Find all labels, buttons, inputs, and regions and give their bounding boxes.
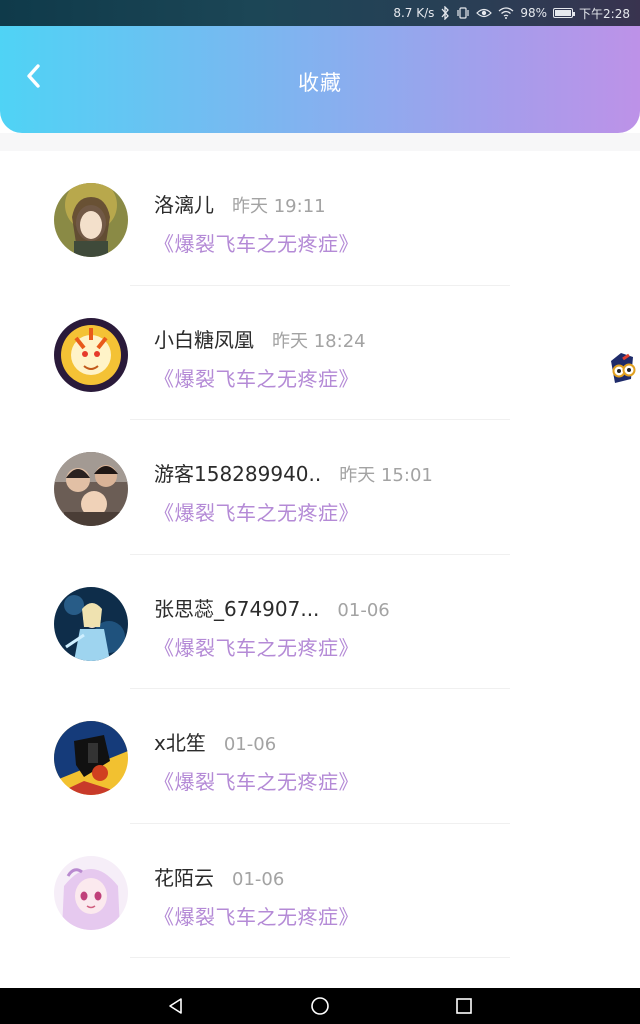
network-speed: 8.7 K/s bbox=[393, 6, 435, 20]
story-link[interactable]: 《爆裂飞车之无疼症》 bbox=[154, 766, 359, 795]
avatar[interactable] bbox=[54, 317, 128, 392]
nav-back-button[interactable] bbox=[164, 994, 188, 1018]
user-name: 游客158289940.. bbox=[154, 462, 322, 486]
recents-square-icon bbox=[456, 998, 472, 1014]
nav-home-button[interactable] bbox=[308, 994, 332, 1018]
list-item[interactable]: 花陌云 01-06 《爆裂飞车之无疼症》 bbox=[0, 824, 640, 958]
favorites-list: 洛漓儿 昨天 19:11 《爆裂飞车之无疼症》 小白糖凤凰 昨天 18:24 《… bbox=[0, 151, 640, 958]
battery-percent: 98% bbox=[520, 6, 548, 20]
bluetooth-icon bbox=[440, 6, 450, 20]
timestamp: 昨天 19:11 bbox=[232, 196, 326, 217]
avatar[interactable] bbox=[54, 721, 128, 795]
story-link[interactable]: 《爆裂飞车之无疼症》 bbox=[154, 497, 359, 526]
story-link[interactable]: 《爆裂飞车之无疼症》 bbox=[154, 632, 359, 661]
list-item[interactable]: 小白糖凤凰 昨天 18:24 《爆裂飞车之无疼症》 bbox=[0, 286, 640, 420]
timestamp: 01-06 bbox=[232, 868, 285, 890]
story-link[interactable]: 《爆裂飞车之无疼症》 bbox=[154, 228, 359, 257]
timestamp: 01-06 bbox=[223, 734, 277, 755]
list-item[interactable]: 洛漓儿 昨天 19:11 《爆裂飞车之无疼症》 bbox=[0, 151, 640, 286]
list-item[interactable]: 游客158289940.. 昨天 15:01 《爆裂飞车之无疼症》 bbox=[0, 420, 640, 555]
divider bbox=[130, 957, 510, 958]
user-name: 张思蕊_674907... bbox=[154, 596, 320, 621]
eye-icon bbox=[476, 7, 493, 19]
system-nav-bar bbox=[0, 988, 640, 1024]
owl-icon bbox=[611, 353, 636, 383]
avatar[interactable] bbox=[54, 452, 128, 526]
nav-recents-button[interactable] bbox=[452, 994, 476, 1018]
home-circle-icon bbox=[311, 997, 329, 1015]
header-spacer bbox=[0, 133, 640, 151]
avatar[interactable] bbox=[54, 183, 128, 257]
status-bar: 8.7 K/s 98% 下午2:28 bbox=[0, 0, 640, 26]
user-name: 小白糖凤凰 bbox=[154, 327, 254, 352]
page-title: 收藏 bbox=[298, 71, 342, 95]
avatar[interactable] bbox=[54, 586, 128, 661]
list-item[interactable]: x北笙 01-06 《爆裂飞车之无疼症》 bbox=[0, 689, 640, 824]
floating-assistant-button[interactable] bbox=[604, 344, 640, 392]
back-triangle-icon bbox=[169, 998, 182, 1014]
user-name: 洛漓儿 bbox=[154, 193, 214, 217]
timestamp: 昨天 15:01 bbox=[339, 465, 433, 486]
user-name: 花陌云 bbox=[154, 865, 214, 890]
vibrate-icon bbox=[456, 6, 470, 20]
clock: 下午2:28 bbox=[579, 6, 630, 21]
story-link[interactable]: 《爆裂飞车之无疼症》 bbox=[154, 363, 359, 392]
avatar[interactable] bbox=[54, 855, 128, 930]
story-link[interactable]: 《爆裂飞车之无疼症》 bbox=[154, 901, 359, 930]
wifi-icon bbox=[498, 7, 514, 19]
header: 收藏 bbox=[0, 26, 640, 133]
user-name: x北笙 bbox=[154, 731, 206, 755]
list-item[interactable]: 张思蕊_674907... 01-06 《爆裂飞车之无疼症》 bbox=[0, 555, 640, 689]
timestamp: 昨天 18:24 bbox=[272, 330, 366, 352]
battery-icon bbox=[553, 8, 576, 18]
timestamp: 01-06 bbox=[337, 599, 390, 621]
